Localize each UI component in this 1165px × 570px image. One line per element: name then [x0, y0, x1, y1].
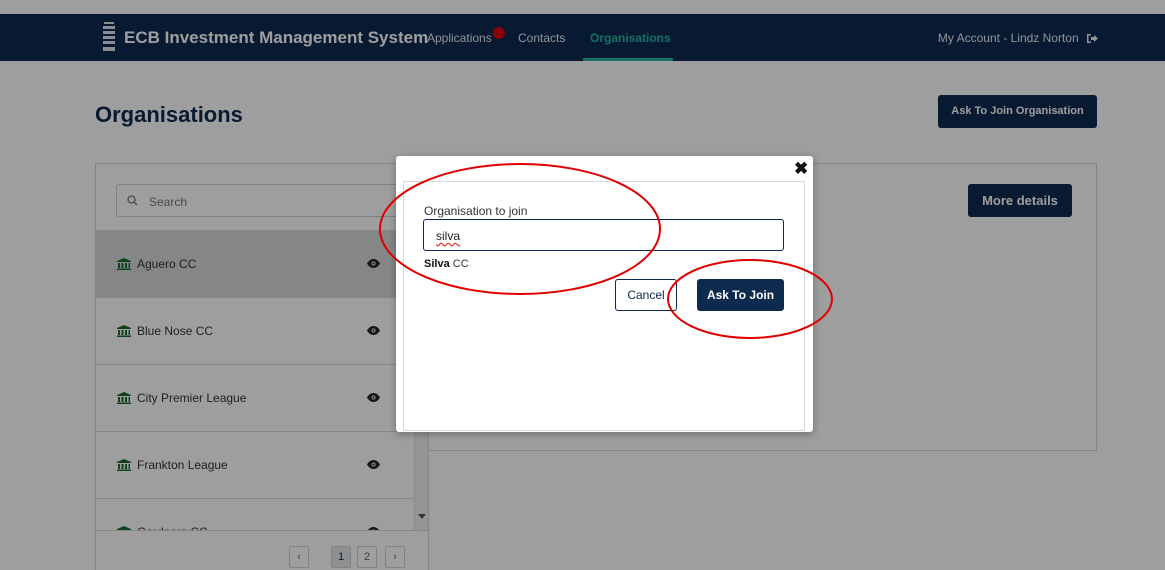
- autocomplete-suggestion[interactable]: Silva CC: [424, 258, 469, 270]
- organisation-input-value: silva: [436, 229, 461, 243]
- organisation-to-join-input[interactable]: silva: [423, 219, 784, 251]
- cancel-button[interactable]: Cancel: [615, 279, 677, 311]
- suggestion-rest: CC: [449, 258, 469, 270]
- suggestion-match: Silva: [424, 258, 450, 270]
- ask-to-join-button[interactable]: Ask To Join: [697, 279, 784, 311]
- close-icon[interactable]: ✖: [794, 160, 808, 177]
- organisation-field-label: Organisation to join: [424, 204, 528, 218]
